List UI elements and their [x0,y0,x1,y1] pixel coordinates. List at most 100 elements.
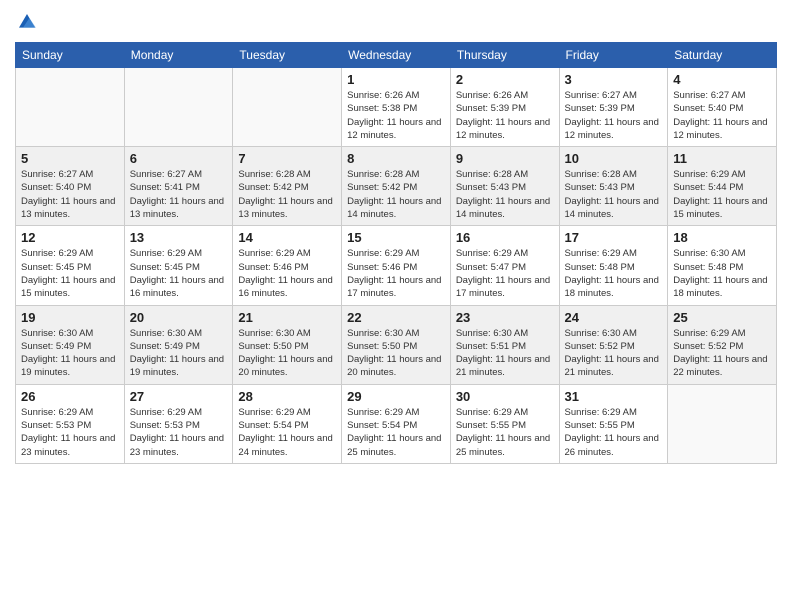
day-info: Sunrise: 6:29 AM Sunset: 5:54 PM Dayligh… [347,406,445,459]
day-number: 23 [456,310,554,325]
day-cell [124,68,233,147]
day-number: 18 [673,230,771,245]
week-row-5: 26Sunrise: 6:29 AM Sunset: 5:53 PM Dayli… [16,384,777,463]
day-number: 12 [21,230,119,245]
weekday-header-friday: Friday [559,43,668,68]
day-info: Sunrise: 6:29 AM Sunset: 5:44 PM Dayligh… [673,168,771,221]
day-cell: 28Sunrise: 6:29 AM Sunset: 5:54 PM Dayli… [233,384,342,463]
day-cell: 21Sunrise: 6:30 AM Sunset: 5:50 PM Dayli… [233,305,342,384]
week-row-3: 12 Sunrise: 6:29 AM Sunset: 5:45 PM Dayli… [16,226,777,305]
day-number: 9 [456,151,554,166]
day-cell: 31 Sunrise: 6:29 AM Sunset: 5:55 PM Dayli… [559,384,668,463]
day-info: Sunrise: 6:28 AM Sunset: 5:43 PM Dayligh… [456,168,554,221]
weekday-header-tuesday: Tuesday [233,43,342,68]
day-cell: 12Sunrise: 6:29 AM Sunset: 5:45 PM Dayli… [16,226,125,305]
day-cell: 11 Sunrise: 6:29 AM Sunset: 5:44 PM Dayli… [668,147,777,226]
day-cell: 14 Sunrise: 6:29 AM Sunset: 5:46 PM Dayli… [233,226,342,305]
day-cell: 15Sunrise: 6:29 AM Sunset: 5:46 PM Dayli… [342,226,451,305]
day-info: Sunrise: 6:29 AM Sunset: 5:55 PM Dayligh… [456,406,554,459]
day-number: 1 [347,72,445,87]
day-number: 24 [565,310,663,325]
day-info: Sunrise: 6:29 AM Sunset: 5:55 PM Dayligh… [565,406,663,459]
day-info: Sunrise: 6:30 AM Sunset: 5:52 PM Dayligh… [565,327,663,380]
calendar: SundayMondayTuesdayWednesdayThursdayFrid… [15,42,777,464]
day-cell: 7 Sunrise: 6:28 AM Sunset: 5:42 PM Daylig… [233,147,342,226]
day-number: 31 [565,389,663,404]
day-cell: 22 Sunrise: 6:30 AM Sunset: 5:50 PM Dayli… [342,305,451,384]
day-cell: 25Sunrise: 6:29 AM Sunset: 5:52 PM Dayli… [668,305,777,384]
day-cell: 20 Sunrise: 6:30 AM Sunset: 5:49 PM Dayli… [124,305,233,384]
day-info: Sunrise: 6:29 AM Sunset: 5:45 PM Dayligh… [130,247,228,300]
day-info: Sunrise: 6:30 AM Sunset: 5:48 PM Dayligh… [673,247,771,300]
day-info: Sunrise: 6:27 AM Sunset: 5:40 PM Dayligh… [21,168,119,221]
day-cell: 27Sunrise: 6:29 AM Sunset: 5:53 PM Dayli… [124,384,233,463]
day-cell: 5 Sunrise: 6:27 AM Sunset: 5:40 PM Daylig… [16,147,125,226]
day-info: Sunrise: 6:26 AM Sunset: 5:39 PM Dayligh… [456,89,554,142]
day-number: 6 [130,151,228,166]
day-cell: 3 Sunrise: 6:27 AM Sunset: 5:39 PM Daylig… [559,68,668,147]
day-info: Sunrise: 6:29 AM Sunset: 5:46 PM Dayligh… [238,247,336,300]
day-info: Sunrise: 6:29 AM Sunset: 5:48 PM Dayligh… [565,247,663,300]
day-info: Sunrise: 6:27 AM Sunset: 5:39 PM Dayligh… [565,89,663,142]
day-cell: 29 Sunrise: 6:29 AM Sunset: 5:54 PM Dayli… [342,384,451,463]
day-cell: 18 Sunrise: 6:30 AM Sunset: 5:48 PM Dayli… [668,226,777,305]
day-cell: 23Sunrise: 6:30 AM Sunset: 5:51 PM Dayli… [450,305,559,384]
day-cell [233,68,342,147]
day-cell: 10Sunrise: 6:28 AM Sunset: 5:43 PM Dayli… [559,147,668,226]
day-number: 21 [238,310,336,325]
day-number: 20 [130,310,228,325]
day-cell: 16 Sunrise: 6:29 AM Sunset: 5:47 PM Dayli… [450,226,559,305]
day-number: 16 [456,230,554,245]
day-cell: 19 Sunrise: 6:30 AM Sunset: 5:49 PM Dayli… [16,305,125,384]
day-cell: 1 Sunrise: 6:26 AM Sunset: 5:38 PM Daylig… [342,68,451,147]
day-info: Sunrise: 6:30 AM Sunset: 5:49 PM Dayligh… [21,327,119,380]
day-number: 25 [673,310,771,325]
day-cell: 6 Sunrise: 6:27 AM Sunset: 5:41 PM Daylig… [124,147,233,226]
day-number: 13 [130,230,228,245]
page: SundayMondayTuesdayWednesdayThursdayFrid… [0,0,792,612]
day-number: 17 [565,230,663,245]
day-cell: 24 Sunrise: 6:30 AM Sunset: 5:52 PM Dayli… [559,305,668,384]
day-cell [16,68,125,147]
day-number: 30 [456,389,554,404]
header [15,10,777,34]
day-number: 19 [21,310,119,325]
day-info: Sunrise: 6:27 AM Sunset: 5:40 PM Dayligh… [673,89,771,142]
day-number: 29 [347,389,445,404]
day-cell: 9 Sunrise: 6:28 AM Sunset: 5:43 PM Daylig… [450,147,559,226]
day-number: 7 [238,151,336,166]
day-info: Sunrise: 6:26 AM Sunset: 5:38 PM Dayligh… [347,89,445,142]
day-number: 3 [565,72,663,87]
weekday-header-sunday: Sunday [16,43,125,68]
day-info: Sunrise: 6:29 AM Sunset: 5:53 PM Dayligh… [21,406,119,459]
day-number: 4 [673,72,771,87]
week-row-2: 5 Sunrise: 6:27 AM Sunset: 5:40 PM Daylig… [16,147,777,226]
day-info: Sunrise: 6:27 AM Sunset: 5:41 PM Dayligh… [130,168,228,221]
day-cell [668,384,777,463]
day-cell: 8Sunrise: 6:28 AM Sunset: 5:42 PM Daylig… [342,147,451,226]
day-info: Sunrise: 6:30 AM Sunset: 5:49 PM Dayligh… [130,327,228,380]
weekday-header-monday: Monday [124,43,233,68]
day-info: Sunrise: 6:30 AM Sunset: 5:50 PM Dayligh… [347,327,445,380]
day-info: Sunrise: 6:29 AM Sunset: 5:54 PM Dayligh… [238,406,336,459]
logo [15,10,43,34]
day-cell: 4 Sunrise: 6:27 AM Sunset: 5:40 PM Daylig… [668,68,777,147]
day-cell: 17 Sunrise: 6:29 AM Sunset: 5:48 PM Dayli… [559,226,668,305]
day-number: 22 [347,310,445,325]
week-row-4: 19 Sunrise: 6:30 AM Sunset: 5:49 PM Dayli… [16,305,777,384]
logo-icon [15,10,39,34]
day-cell: 26Sunrise: 6:29 AM Sunset: 5:53 PM Dayli… [16,384,125,463]
day-cell: 2 Sunrise: 6:26 AM Sunset: 5:39 PM Daylig… [450,68,559,147]
weekday-header-saturday: Saturday [668,43,777,68]
day-number: 2 [456,72,554,87]
day-number: 14 [238,230,336,245]
day-number: 10 [565,151,663,166]
day-number: 11 [673,151,771,166]
day-number: 8 [347,151,445,166]
weekday-header-thursday: Thursday [450,43,559,68]
day-info: Sunrise: 6:28 AM Sunset: 5:42 PM Dayligh… [238,168,336,221]
day-number: 15 [347,230,445,245]
weekday-header-row: SundayMondayTuesdayWednesdayThursdayFrid… [16,43,777,68]
day-number: 5 [21,151,119,166]
day-info: Sunrise: 6:29 AM Sunset: 5:47 PM Dayligh… [456,247,554,300]
